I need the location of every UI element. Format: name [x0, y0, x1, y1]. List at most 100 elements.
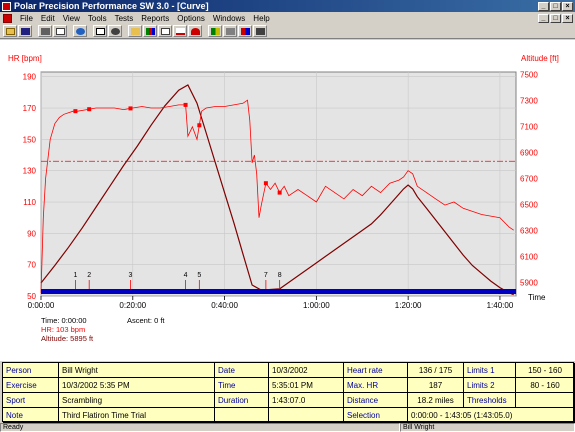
- selection-bar[interactable]: [41, 289, 516, 294]
- curve-button[interactable]: [173, 25, 187, 37]
- folder-button[interactable]: [128, 25, 142, 37]
- child-minimize-button[interactable]: _: [538, 13, 549, 23]
- bar-chart-button[interactable]: [143, 25, 157, 37]
- hr-tick-label: 170: [23, 104, 37, 113]
- x-tick-label: 0:40:00: [211, 301, 238, 310]
- table-icon: [225, 27, 235, 35]
- altitude-tick-label: 6900: [520, 149, 538, 158]
- sync-button[interactable]: [108, 25, 122, 37]
- person-button[interactable]: [188, 25, 202, 37]
- lap-hr-point: [263, 181, 268, 186]
- altitude-tick-label: 6100: [520, 252, 538, 261]
- sport-label: Sport: [3, 393, 59, 408]
- lap-hr-point: [197, 123, 202, 128]
- plot-area[interactable]: [40, 71, 517, 297]
- minimize-button[interactable]: _: [538, 1, 549, 11]
- table-button-3[interactable]: [253, 25, 267, 37]
- menu-edit[interactable]: Edit: [37, 14, 59, 23]
- sport-value: Scrambling: [59, 393, 215, 408]
- selection-value: 0:00:00 - 1:43:05 (1:43:05.0): [408, 408, 575, 423]
- exercise-value: 10/3/2002 5:35 PM: [59, 378, 215, 393]
- child-restore-button[interactable]: □: [550, 13, 561, 23]
- globe-button[interactable]: [73, 25, 87, 37]
- summary-table: Person Bill Wright Date 10/3/2002 Heart …: [2, 362, 575, 423]
- info-altitude: Altitude: 5895 ft: [41, 334, 94, 343]
- x-tick-label: 1:40:00: [487, 301, 514, 310]
- menu-bar: File Edit View Tools Tests Reports Optio…: [0, 12, 575, 24]
- lap-hr-point: [73, 109, 78, 114]
- bar-chart-button-3[interactable]: [238, 25, 252, 37]
- hr-tick-label: 150: [23, 135, 37, 144]
- hr-tick-label: 90: [27, 229, 36, 238]
- menu-tests[interactable]: Tests: [111, 14, 138, 23]
- lap-marker-label: 1: [73, 272, 77, 279]
- info-ascent: Ascent: 0 ft: [127, 316, 165, 325]
- thresholds-label: Thresholds: [464, 393, 516, 408]
- table-icon: [160, 27, 170, 35]
- child-close-button[interactable]: ×: [562, 13, 573, 23]
- hr-axis-label: HR [bpm]: [8, 54, 42, 63]
- menu-reports[interactable]: Reports: [137, 14, 173, 23]
- title-bar: Polar Precision Performance SW 3.0 - [Cu…: [0, 0, 575, 12]
- bar-chart-button-2[interactable]: [208, 25, 222, 37]
- distance-value: 18.2 miles: [408, 393, 464, 408]
- status-text: Ready: [0, 423, 400, 432]
- altitude-axis-label: Altitude [ft]: [521, 54, 559, 63]
- cursor-info: Time: 0:00:00 HR: 103 bpm Altitude: 5895…: [41, 316, 93, 343]
- person-icon: [190, 27, 200, 35]
- time-axis-label: Time: [528, 293, 546, 302]
- hr-tick-label: 110: [23, 198, 36, 207]
- distance-label: Distance: [344, 393, 408, 408]
- limits2-value: 80 - 160: [516, 378, 575, 393]
- menu-tools[interactable]: Tools: [84, 14, 111, 23]
- copy-icon: [55, 27, 65, 35]
- curve-chart[interactable]: 190 170 150 130 110 90 70 50 7500 7300 7100 6900 670…: [0, 40, 575, 361]
- x-tick-label: 0:20:00: [119, 301, 146, 310]
- menu-file[interactable]: File: [16, 14, 37, 23]
- lap-marker-label: 8: [278, 272, 282, 279]
- limits1-value: 150 - 160: [516, 363, 575, 378]
- x-tick-label: 1:00:00: [303, 301, 330, 310]
- open-icon: [5, 27, 15, 35]
- status-user: Bill Wright: [400, 423, 575, 432]
- calendar-button[interactable]: [93, 25, 107, 37]
- save-button[interactable]: [18, 25, 32, 37]
- menu-options[interactable]: Options: [173, 14, 209, 23]
- altitude-tick-label: 7300: [520, 97, 538, 106]
- maxhr-label: Max. HR: [344, 378, 408, 393]
- date-label: Date: [215, 363, 269, 378]
- lap-marker-label: 7: [264, 272, 268, 279]
- note-value: Third Flatiron Time Trial: [59, 408, 215, 423]
- close-button[interactable]: ×: [562, 1, 573, 11]
- window-title: Polar Precision Performance SW 3.0 - [Cu…: [14, 1, 209, 11]
- menu-help[interactable]: Help: [249, 14, 273, 23]
- hr-tick-label: 70: [27, 261, 36, 270]
- calendar-icon: [95, 27, 105, 35]
- menu-view[interactable]: View: [59, 14, 84, 23]
- thresholds-value: [516, 393, 575, 408]
- maxhr-value: 187: [408, 378, 464, 393]
- lap-marker-label: 4: [184, 272, 188, 279]
- table-button[interactable]: [158, 25, 172, 37]
- maximize-button[interactable]: □: [550, 1, 561, 11]
- x-tick-label: 0:00:00: [28, 301, 55, 310]
- table-icon: [255, 27, 265, 35]
- lap-marker-label: 5: [197, 272, 201, 279]
- curve-icon: [175, 27, 185, 35]
- curve-view: 190 170 150 130 110 90 70 50 7500 7300 7100 6900 670…: [0, 40, 575, 361]
- empty-cell: [269, 408, 344, 423]
- cut-button[interactable]: [38, 25, 52, 37]
- lap-hr-point: [277, 190, 282, 195]
- copy-button[interactable]: [53, 25, 67, 37]
- menu-windows[interactable]: Windows: [209, 14, 249, 23]
- heartrate-label: Heart rate: [344, 363, 408, 378]
- altitude-tick-label: 7100: [520, 123, 538, 132]
- document-icon[interactable]: [3, 13, 12, 23]
- sync-icon: [110, 27, 120, 35]
- folder-icon: [130, 27, 140, 35]
- x-tick-label: 1:20:00: [395, 301, 422, 310]
- altitude-tick-label: 6500: [520, 200, 538, 209]
- toolbar: [0, 24, 575, 39]
- table-button-2[interactable]: [223, 25, 237, 37]
- open-button[interactable]: [3, 25, 17, 37]
